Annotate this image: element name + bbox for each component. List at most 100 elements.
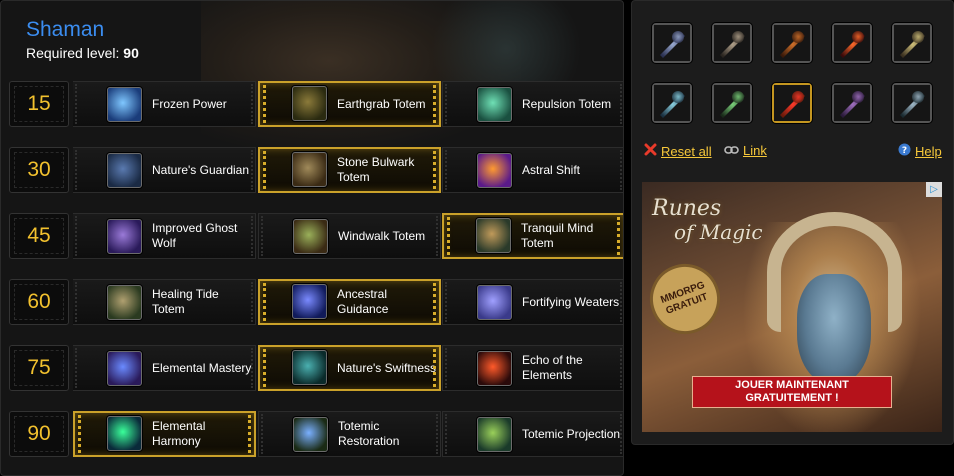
talent-option[interactable]: Frozen Power: [73, 81, 256, 127]
link-button[interactable]: Link: [724, 143, 767, 158]
glyph-scroll-icon[interactable]: [892, 23, 932, 63]
talent-name: Ancestral Guidance: [337, 287, 389, 316]
talent-option[interactable]: Repulsion Totem: [442, 81, 623, 127]
talent-option[interactable]: Healing Tide Totem: [73, 279, 256, 325]
ad-choices-icon[interactable]: ▷: [926, 182, 942, 197]
glyph-fire-arrow-icon[interactable]: [832, 23, 872, 63]
ad-cta-line2: GRATUITEMENT !: [745, 392, 839, 404]
talent-name: Healing Tide Totem: [152, 287, 219, 316]
talent-name: Totemic Restoration: [338, 419, 400, 448]
talent-name: Elemental Harmony: [152, 419, 206, 448]
tier-level-label: 45: [9, 213, 69, 259]
elemental-harmony-icon: [107, 416, 142, 451]
talent-name: Improved Ghost Wolf: [152, 221, 238, 250]
glyph-green-blade-icon[interactable]: [712, 83, 752, 123]
ad-logo-line1: Runes: [652, 196, 722, 221]
tier-level-label: 60: [9, 279, 69, 325]
chain-link-icon: [724, 143, 739, 158]
astral-shift-icon: [477, 153, 512, 188]
required-level-value: 90: [123, 45, 139, 61]
improved-ghost-wolf-icon: [107, 219, 142, 254]
ad-badge: MMORPG GRATUIT: [642, 254, 730, 344]
talent-option[interactable]: Totemic Projection: [442, 411, 623, 457]
glyph-tentacle-icon[interactable]: [832, 83, 872, 123]
frozen-power-icon: [107, 87, 142, 122]
natures-swiftness-icon: [292, 350, 327, 385]
ancestral-guidance-icon: [292, 284, 327, 319]
fortifying-weaters-icon: [477, 285, 512, 320]
talent-option[interactable]: Fortifying Weaters: [442, 279, 623, 325]
ad-cta-line1: JOUER MAINTENANT: [735, 379, 849, 391]
talent-name: Fortifying Weaters: [522, 294, 620, 309]
healing-tide-totem-icon: [107, 285, 142, 320]
class-name: Shaman: [26, 18, 105, 41]
glyph-claw-icon[interactable]: [712, 23, 752, 63]
natures-guardian-icon: [107, 153, 142, 188]
glyph-mace-icon[interactable]: [652, 23, 692, 63]
link-label: Link: [743, 143, 767, 158]
talent-name: Stone Bulwark Totem: [337, 155, 415, 184]
repulsion-totem-icon: [477, 87, 512, 122]
talent-name: Echo of the Elements: [522, 353, 583, 382]
reset-all-button[interactable]: Reset all: [644, 143, 712, 159]
talent-option[interactable]: Nature's Swiftness: [258, 345, 441, 391]
ad-logo-line2: of Magic: [674, 220, 763, 244]
help-icon: ?: [898, 143, 911, 159]
stone-bulwark-totem-icon: [292, 152, 327, 187]
talent-option[interactable]: Elemental Mastery: [73, 345, 256, 391]
echo-of-the-elements-icon: [477, 351, 512, 386]
svg-text:?: ?: [902, 146, 907, 156]
talent-name: Frozen Power: [152, 96, 227, 111]
talent-option[interactable]: Totemic Restoration: [258, 411, 441, 457]
tranquil-mind-totem-icon: [476, 218, 511, 253]
talent-option[interactable]: Improved Ghost Wolf: [73, 213, 256, 259]
talent-option[interactable]: Astral Shift: [442, 147, 623, 193]
totemic-projection-icon: [477, 417, 512, 452]
talent-name: Tranquil Mind Totem: [521, 221, 594, 250]
earthgrab-totem-icon: [292, 86, 327, 121]
talent-option[interactable]: Windwalk Totem: [258, 213, 441, 259]
ad-play-now-button[interactable]: JOUER MAINTENANT GRATUITEMENT !: [692, 376, 892, 408]
tier-level-label: 75: [9, 345, 69, 391]
reset-all-label: Reset all: [661, 143, 712, 159]
talent-tier-row: 15 Frozen Power Earthgrab Totem Repulsion T…: [9, 81, 623, 127]
tier-level-label: 30: [9, 147, 69, 193]
advertisement-banner[interactable]: Runes of Magic MMORPG GRATUIT JOUER MAIN…: [642, 182, 942, 432]
talent-name: Totemic Projection: [522, 426, 621, 441]
talent-name: Windwalk Totem: [338, 228, 426, 243]
talent-tier-row: 30 Nature's Guardian Stone Bulwark Totem As…: [9, 147, 623, 193]
talent-name: Astral Shift: [522, 162, 581, 177]
talent-option[interactable]: Stone Bulwark Totem: [258, 147, 441, 193]
talent-option[interactable]: Elemental Harmony: [73, 411, 256, 457]
talent-option[interactable]: Echo of the Elements: [442, 345, 623, 391]
windwalk-totem-icon: [293, 219, 328, 254]
talent-option[interactable]: Ancestral Guidance: [258, 279, 441, 325]
required-level: Required level: 90: [26, 45, 139, 61]
elemental-mastery-icon: [107, 351, 142, 386]
reset-x-icon: [644, 143, 657, 159]
glyph-bow-icon[interactable]: [772, 23, 812, 63]
talent-name: Repulsion Totem: [522, 96, 612, 111]
tier-level-label: 15: [9, 81, 69, 127]
talent-name: Nature's Swiftness: [337, 360, 436, 375]
talent-name: Elemental Mastery: [152, 360, 252, 375]
talent-panel: Shaman Required level: 90 15 Frozen Power…: [0, 0, 624, 476]
ad-character-face: [797, 274, 871, 384]
glyph-gun-icon[interactable]: [652, 83, 692, 123]
talent-tier-row: 45 Improved Ghost Wolf Windwalk Totem Tranq…: [9, 213, 623, 259]
talent-option[interactable]: Tranquil Mind Totem: [442, 213, 623, 259]
talent-tier-row: 90 Elemental Harmony Totemic Restoration To…: [9, 411, 623, 457]
talent-tier-row: 60 Healing Tide Totem Ancestral Guidance Fo…: [9, 279, 623, 325]
help-button[interactable]: ? Help: [898, 143, 942, 159]
help-label: Help: [915, 143, 942, 159]
talent-option[interactable]: Nature's Guardian: [73, 147, 256, 193]
talent-name: Earthgrab Totem: [337, 96, 426, 111]
glyph-sword-icon[interactable]: [892, 83, 932, 123]
totemic-restoration-icon: [293, 417, 328, 452]
tier-level-label: 90: [9, 411, 69, 457]
talent-name: Nature's Guardian: [152, 162, 250, 177]
required-level-label: Required level:: [26, 45, 120, 61]
glyph-lightning-shield-icon[interactable]: [772, 83, 812, 123]
talent-tier-row: 75 Elemental Mastery Nature's Swiftness Ech…: [9, 345, 623, 391]
talent-option[interactable]: Earthgrab Totem: [258, 81, 441, 127]
